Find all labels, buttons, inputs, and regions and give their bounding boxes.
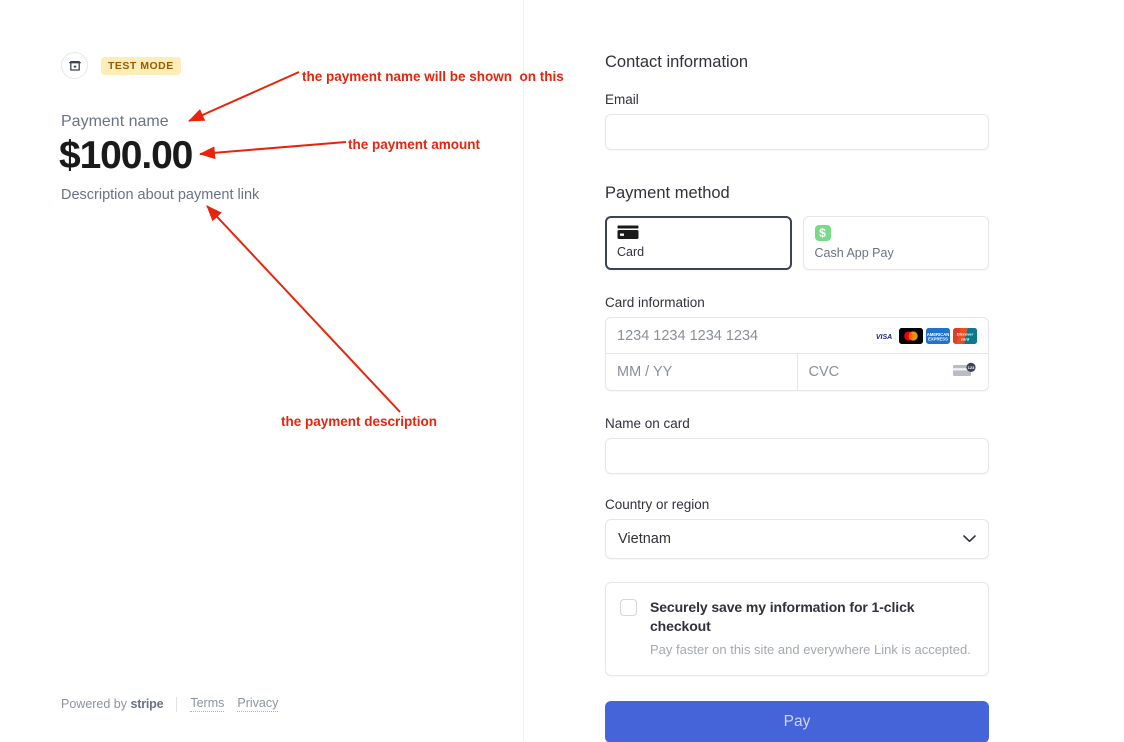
card-information-group: 1234 1234 1234 1234 VISA AMERICAN EXPRES… [605, 317, 989, 391]
powered-by-stripe: Powered by stripe [61, 697, 164, 711]
merchant-header: TEST MODE [61, 52, 181, 79]
tab-card-label: Card [617, 245, 645, 259]
payment-name-label: Payment name [61, 113, 169, 130]
card-number-field[interactable]: 1234 1234 1234 1234 VISA AMERICAN EXPRES… [606, 318, 988, 354]
link-save-info-box[interactable]: Securely save my information for 1-click… [605, 582, 989, 676]
card-cvc-field[interactable]: CVC 123 [796, 354, 989, 390]
footer-divider [176, 696, 178, 712]
amex-icon: AMERICAN EXPRESS [926, 327, 950, 344]
payment-method-title: Payment method [605, 184, 730, 202]
email-label: Email [605, 92, 639, 107]
mastercard-icon [899, 327, 923, 344]
terms-link[interactable]: Terms [190, 696, 225, 712]
payment-amount: $100.00 [59, 134, 193, 177]
chevron-down-icon [963, 531, 976, 547]
email-field[interactable] [605, 114, 989, 150]
checkout-form: Contact information Email Payment method [605, 0, 989, 742]
powered-by-text: Powered by [61, 697, 128, 711]
pay-button[interactable]: Pay [605, 701, 989, 742]
tab-card[interactable]: Card [605, 216, 792, 270]
svg-text:card: card [961, 336, 970, 341]
svg-text:123: 123 [968, 365, 975, 370]
checkout-form-panel: Contact information Email Payment method [524, 0, 1124, 742]
country-selected-value: Vietnam [618, 531, 671, 547]
svg-text:VISA: VISA [876, 334, 892, 341]
footer: Powered by stripe Terms Privacy [61, 696, 279, 712]
card-brand-icons: VISA AMERICAN EXPRESS Discover card [872, 327, 977, 344]
link-save-subtitle: Pay faster on this site and everywhere L… [650, 642, 971, 657]
card-cvc-placeholder: CVC [808, 364, 840, 380]
test-mode-badge: TEST MODE [101, 56, 181, 75]
country-select[interactable]: Vietnam [605, 519, 989, 559]
payment-description: Description about payment link [61, 187, 260, 203]
tab-cash-app-pay[interactable]: $ Cash App Pay [802, 216, 989, 270]
card-expiry-field[interactable]: MM / YY [606, 354, 797, 390]
link-save-checkbox[interactable] [620, 599, 637, 616]
tab-cash-app-pay-label: Cash App Pay [814, 246, 894, 260]
stripe-wordmark: stripe [130, 697, 164, 711]
storefront-icon [61, 52, 88, 79]
svg-text:EXPRESS: EXPRESS [928, 336, 948, 341]
credit-card-icon [617, 225, 780, 240]
payment-summary-panel: TEST MODE Payment name $100.00 Descripti… [0, 0, 524, 742]
card-expiry-cvc-row: MM / YY CVC 123 [606, 354, 988, 390]
link-save-text: Securely save my information for 1-click… [650, 598, 974, 659]
payment-method-tabs: Card $ Cash App Pay [605, 216, 989, 270]
country-label: Country or region [605, 497, 710, 512]
discover-icon: Discover card [953, 327, 977, 344]
name-on-card-field[interactable] [605, 438, 989, 474]
cvc-card-icon: 123 [953, 362, 977, 382]
card-number-placeholder: 1234 1234 1234 1234 [617, 327, 759, 344]
contact-information-title: Contact information [605, 53, 749, 71]
privacy-link[interactable]: Privacy [237, 696, 279, 712]
visa-icon: VISA [872, 327, 896, 344]
name-on-card-label: Name on card [605, 416, 690, 431]
card-expiry-placeholder: MM / YY [617, 364, 673, 380]
card-information-label: Card information [605, 295, 705, 310]
checkout-page: TEST MODE Payment name $100.00 Descripti… [0, 0, 1124, 742]
link-save-title: Securely save my information for 1-click… [650, 599, 915, 634]
cash-app-dollar-icon: $ [814, 225, 831, 241]
